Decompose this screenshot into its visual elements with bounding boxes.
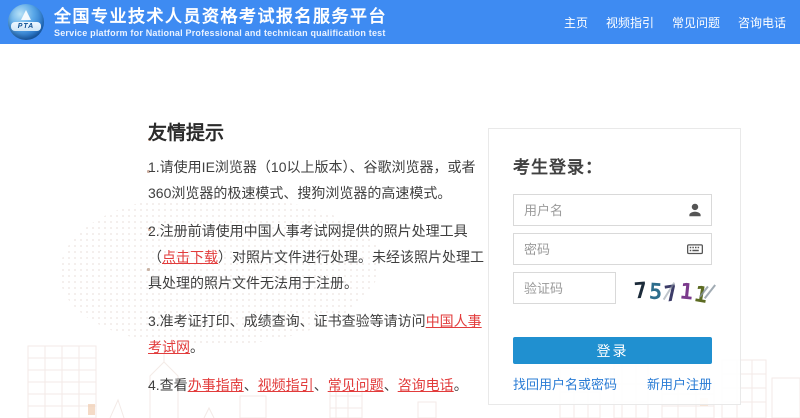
- friendly-tips-section: 友情提示 1.请使用IE浏览器（10以上版本）、谷歌浏览器，或者360浏览器的极…: [148, 118, 492, 410]
- password-field-wrap: [513, 233, 712, 265]
- video-guide-link[interactable]: 视频指引: [258, 377, 314, 393]
- service-guide-link[interactable]: 办事指南: [188, 377, 244, 393]
- captcha-input[interactable]: [513, 272, 616, 304]
- nav-faq-link[interactable]: 常见问题: [672, 14, 720, 31]
- tip-4-text: 、: [243, 377, 258, 393]
- captcha-field-wrap: [513, 272, 616, 304]
- nav-hotline-link[interactable]: 咨询电话: [738, 14, 786, 31]
- captcha-digit: 1: [678, 279, 695, 306]
- hotline-link[interactable]: 咨询电话: [398, 377, 454, 393]
- user-icon: [689, 203, 701, 217]
- site-title: 全国专业技术人员资格考试报名服务平台: [54, 6, 387, 26]
- login-links-row: 找回用户名或密码 新用户注册: [513, 374, 712, 393]
- tip-item-4: 4.查看办事指南、视频指引、常见问题、咨询电话。: [148, 372, 492, 398]
- nav-video-guide-link[interactable]: 视频指引: [606, 14, 654, 31]
- username-input[interactable]: [513, 194, 712, 226]
- download-photo-tool-link[interactable]: 点击下载: [162, 249, 218, 265]
- tips-heading: 友情提示: [148, 123, 225, 144]
- captcha-digit: 5: [648, 279, 664, 306]
- faq-link[interactable]: 常见问题: [328, 377, 384, 393]
- password-input[interactable]: [513, 233, 712, 265]
- tip-item-3: 3.准考证打印、成绩查询、证书查验等请访问中国人事考试网。: [148, 308, 492, 360]
- login-title: 考生登录：: [513, 158, 603, 177]
- tip-1-text: 1.请使用IE浏览器（10以上版本）、谷歌浏览器，或者360浏览器的极速模式、搜…: [148, 159, 476, 201]
- logo-text: PTA: [11, 22, 41, 31]
- logo-flame-shape: [21, 10, 31, 20]
- app-header: PTA 全国专业技术人员资格考试报名服务平台 Service platform …: [0, 0, 800, 44]
- username-field-wrap: [513, 194, 712, 226]
- register-link[interactable]: 新用户注册: [647, 374, 712, 393]
- candidate-login-panel: 考生登录： 7 5 7 1 1: [488, 128, 741, 405]
- top-navigation: 主页 视频指引 常见问题 咨询电话: [564, 14, 800, 31]
- tip-4-text: 、: [313, 377, 328, 393]
- site-subtitle: Service platform for National Profession…: [54, 27, 386, 38]
- captcha-row: 7 5 7 1 1: [513, 272, 716, 311]
- tip-item-2: 2.注册前请使用中国人事考试网提供的照片处理工具（点击下载）对照片文件进行处理。…: [148, 218, 492, 296]
- login-button[interactable]: 登录: [513, 337, 712, 364]
- tip-4-text: 、: [383, 377, 398, 393]
- tip-3-text: 。: [190, 339, 204, 355]
- nav-home-link[interactable]: 主页: [564, 14, 588, 31]
- tip-4-text: 。: [453, 377, 468, 393]
- tip-item-1: 1.请使用IE浏览器（10以上版本）、谷歌浏览器，或者360浏览器的极速模式、搜…: [148, 154, 492, 206]
- captcha-digit: 7: [632, 278, 649, 305]
- keyboard-icon: [687, 244, 703, 255]
- tip-3-text: 3.准考证打印、成绩查询、证书查验等请访问: [148, 313, 426, 329]
- forgot-credentials-link[interactable]: 找回用户名或密码: [513, 374, 617, 393]
- captcha-image[interactable]: 7 5 7 1 1: [630, 275, 716, 309]
- header-titles: 全国专业技术人员资格考试报名服务平台 Service platform for …: [54, 7, 387, 38]
- pta-logo-icon: PTA: [8, 4, 44, 40]
- tip-4-text: 4.查看: [148, 377, 188, 393]
